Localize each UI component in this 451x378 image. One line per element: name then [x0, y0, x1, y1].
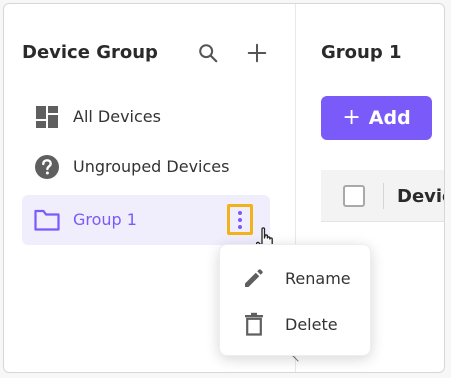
sidebar-title: Device Group	[22, 42, 158, 63]
column-header-device[interactable]: Device	[397, 186, 444, 207]
kebab-dot	[238, 210, 242, 215]
device-table-header: Device	[321, 170, 444, 222]
sidebar-item-label: Group 1	[73, 210, 137, 229]
search-icon	[199, 44, 218, 63]
search-button[interactable]	[193, 38, 223, 68]
add-group-button[interactable]	[242, 38, 272, 68]
app-window: Device Group All Devices Ungrouped Devic…	[3, 3, 445, 373]
dashboard-icon	[34, 104, 60, 130]
pencil-icon	[242, 266, 266, 290]
add-device-button[interactable]: + Add	[321, 96, 432, 140]
plus-icon: +	[342, 105, 361, 130]
help-circle-icon	[34, 154, 60, 180]
sidebar-item-label: Ungrouped Devices	[73, 157, 230, 176]
sidebar-item-all-devices[interactable]: All Devices	[22, 92, 270, 142]
sidebar-header: Device Group	[4, 4, 296, 100]
group-detail-panel: Group 1 + Add Device	[297, 4, 444, 372]
kebab-dot	[238, 224, 242, 229]
sidebar-item-group-1[interactable]: Group 1	[22, 195, 270, 245]
trash-icon	[242, 312, 266, 336]
add-button-label: Add	[368, 107, 411, 129]
more-options-button[interactable]	[227, 204, 253, 235]
sidebar-item-ungrouped-devices[interactable]: Ungrouped Devices	[22, 142, 270, 192]
folder-icon	[34, 207, 60, 233]
column-divider	[383, 183, 384, 209]
page-title: Group 1	[321, 42, 402, 63]
select-all-checkbox[interactable]	[343, 185, 365, 207]
kebab-dot	[238, 217, 242, 222]
plus-icon	[247, 43, 267, 63]
sidebar-item-label: All Devices	[73, 107, 161, 126]
